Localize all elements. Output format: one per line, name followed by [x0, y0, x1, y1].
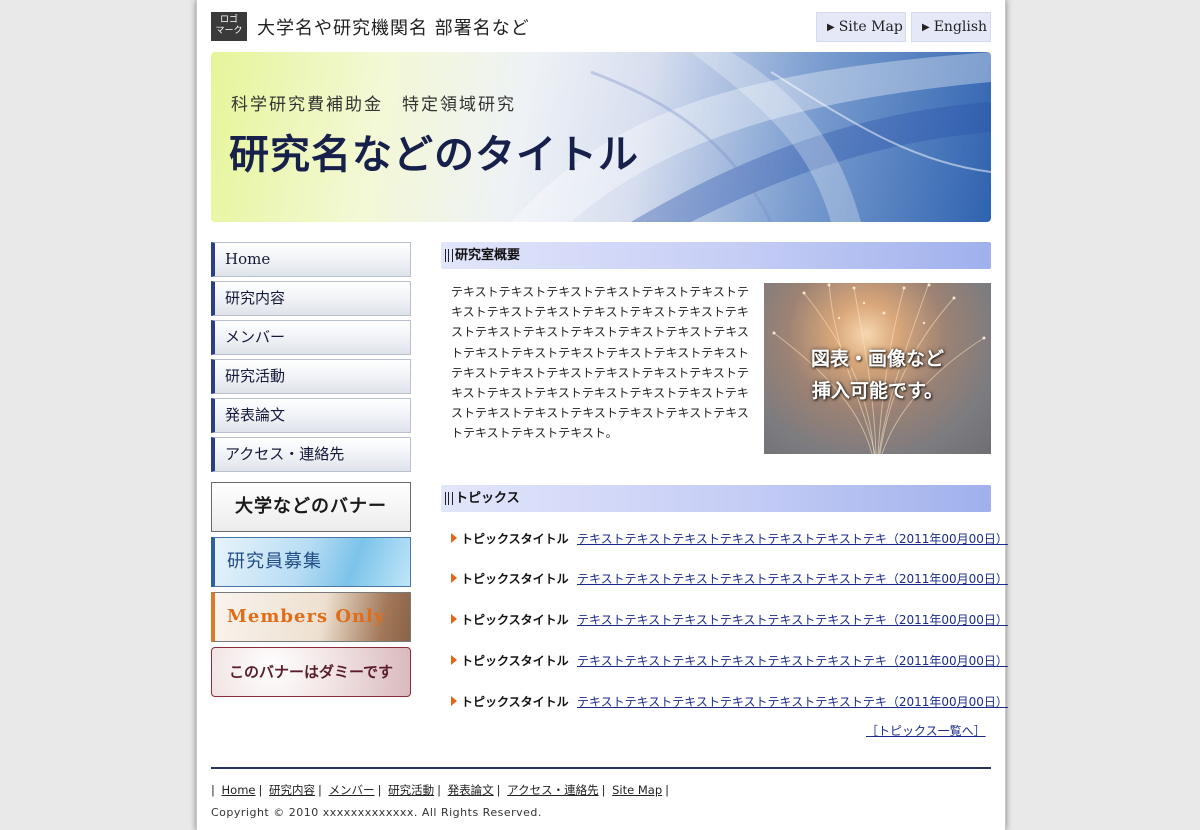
english-label: English: [933, 19, 988, 35]
topic-link[interactable]: テキストテキストテキストテキストテキストテキストテキ（2011年00月00日）: [577, 651, 1008, 671]
image-caption-line2: 挿入可能です。: [811, 380, 944, 402]
footer-link-research[interactable]: 研究内容: [269, 783, 315, 797]
chevron-right-icon: ▶: [922, 21, 930, 33]
nav-item-access[interactable]: アクセス・連絡先: [211, 437, 411, 472]
topic-link[interactable]: テキストテキストテキストテキストテキストテキストテキ（2011年00月00日）: [577, 692, 1008, 712]
topic-title: トピックスタイトル: [461, 613, 569, 627]
hero-banner: 科学研究費補助金 特定領域研究 研究名などのタイトル: [211, 52, 991, 222]
arrow-right-icon: [451, 573, 457, 583]
topic-item: トピックスタイトル テキストテキストテキストテキストテキストテキストテキ（201…: [451, 610, 1008, 630]
footer-link-home[interactable]: Home: [222, 783, 256, 797]
overview-heading-label: 研究室概要: [455, 248, 521, 263]
page-container: ロゴ マーク 大学名や研究機関名 部署名など ▶ Site Map ▶ Engl…: [196, 0, 1008, 830]
section-bars-icon: [445, 249, 453, 262]
topic-link[interactable]: テキストテキストテキストテキストテキストテキストテキ（2011年00月00日）: [577, 529, 1008, 549]
footer-link-sitemap[interactable]: Site Map: [612, 783, 662, 797]
topic-item: トピックスタイトル テキストテキストテキストテキストテキストテキストテキ（201…: [451, 651, 1008, 671]
english-button[interactable]: ▶ English: [911, 12, 991, 42]
logo-line2: マーク: [215, 26, 243, 36]
sitemap-button[interactable]: ▶ Site Map: [816, 12, 906, 42]
fiber-optic-image: 図表・画像など 挿入可能です。: [764, 283, 991, 454]
topic-item: トピックスタイトル テキストテキストテキストテキストテキストテキストテキ（201…: [451, 569, 1008, 589]
footer-link-papers[interactable]: 発表論文: [448, 783, 494, 797]
members-only-banner[interactable]: Members Only: [211, 592, 411, 642]
sitemap-label: Site Map: [838, 19, 903, 35]
recruit-banner[interactable]: 研究員募集: [211, 537, 411, 587]
footer-divider: [211, 767, 991, 769]
footer-link-members[interactable]: メンバー: [329, 783, 375, 797]
chevron-right-icon: ▶: [827, 21, 835, 33]
image-caption-line1: 図表・画像など: [810, 348, 944, 370]
arrow-right-icon: [451, 696, 457, 706]
hero-subtitle: 科学研究費補助金 特定領域研究: [231, 95, 516, 115]
nav-item-activities[interactable]: 研究活動: [211, 359, 411, 394]
logo-mark[interactable]: ロゴ マーク: [211, 12, 247, 41]
arrow-right-icon: [451, 533, 457, 543]
copyright: Copyright © 2010 xxxxxxxxxxxxx. All Righ…: [211, 806, 542, 819]
topic-title: トピックスタイトル: [461, 695, 569, 709]
hero-title: 研究名などのタイトル: [229, 131, 639, 178]
topic-link[interactable]: テキストテキストテキストテキストテキストテキストテキ（2011年00月00日）: [577, 610, 1008, 630]
university-banner[interactable]: 大学などのバナー: [211, 482, 411, 532]
topic-item: トピックスタイトル テキストテキストテキストテキストテキストテキストテキ（201…: [451, 692, 1008, 712]
topic-item: トピックスタイトル テキストテキストテキストテキストテキストテキストテキ（201…: [451, 529, 1008, 549]
arrow-right-icon: [451, 614, 457, 624]
footer-link-access[interactable]: アクセス・連絡先: [507, 783, 598, 797]
arrow-right-icon: [451, 655, 457, 665]
footer-nav: | Home | 研究内容 | メンバー | 研究活動 | 発表論文 | アクセス・連絡先…: [211, 783, 670, 797]
org-name: 大学名や研究機関名 部署名など: [257, 18, 530, 39]
topics-heading: トピックス: [441, 485, 991, 512]
topic-title: トピックスタイトル: [461, 572, 569, 586]
nav-item-research[interactable]: 研究内容: [211, 281, 411, 316]
nav-item-members[interactable]: メンバー: [211, 320, 411, 355]
logo-line1: ロゴ: [219, 15, 238, 25]
section-bars-icon: [445, 492, 453, 505]
topic-title: トピックスタイトル: [461, 654, 569, 668]
topics-list-link[interactable]: ［トピックス一覧へ］: [866, 722, 986, 739]
overview-text: テキストテキストテキストテキストテキストテキストテキストテキストテキストテキスト…: [451, 285, 749, 441]
overview-heading: 研究室概要: [441, 242, 991, 269]
topic-title: トピックスタイトル: [461, 532, 569, 546]
nav-item-home[interactable]: Home: [211, 242, 411, 277]
topic-link[interactable]: テキストテキストテキストテキストテキストテキストテキ（2011年00月00日）: [577, 569, 1008, 589]
footer-link-activities[interactable]: 研究活動: [388, 783, 434, 797]
nav-item-papers[interactable]: 発表論文: [211, 398, 411, 433]
dummy-banner[interactable]: このバナーはダミーです: [211, 647, 411, 697]
topics-heading-label: トピックス: [455, 491, 520, 506]
